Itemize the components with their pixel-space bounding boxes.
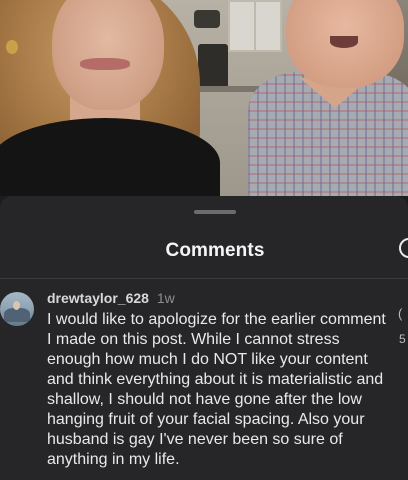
person-left-earring	[6, 40, 18, 54]
comment-text: I would like to apologize for the earlie…	[47, 311, 386, 468]
heart-icon[interactable]: (	[398, 306, 402, 321]
header-divider	[0, 278, 408, 279]
avatar[interactable]	[0, 292, 34, 326]
like-count: 5	[399, 332, 406, 346]
video-frame[interactable]	[0, 0, 408, 196]
app-screen: Comments drewtaylor_628 1w I would like …	[0, 0, 408, 480]
person-right-mouth	[330, 36, 358, 48]
comments-sheet: Comments drewtaylor_628 1w I would like …	[0, 196, 408, 480]
background-shelf-item	[194, 10, 220, 28]
background-cabinet	[228, 0, 282, 52]
comment-username[interactable]: drewtaylor_628	[47, 290, 149, 306]
sheet-drag-handle[interactable]	[194, 210, 236, 214]
person-left-lips	[80, 58, 130, 70]
background-coffee-machine	[198, 44, 228, 88]
comment-timestamp: 1w	[156, 290, 175, 306]
comment-meta: drewtaylor_628 1w	[47, 289, 175, 307]
person-left-face	[52, 0, 164, 110]
sheet-title: Comments	[165, 240, 265, 261]
